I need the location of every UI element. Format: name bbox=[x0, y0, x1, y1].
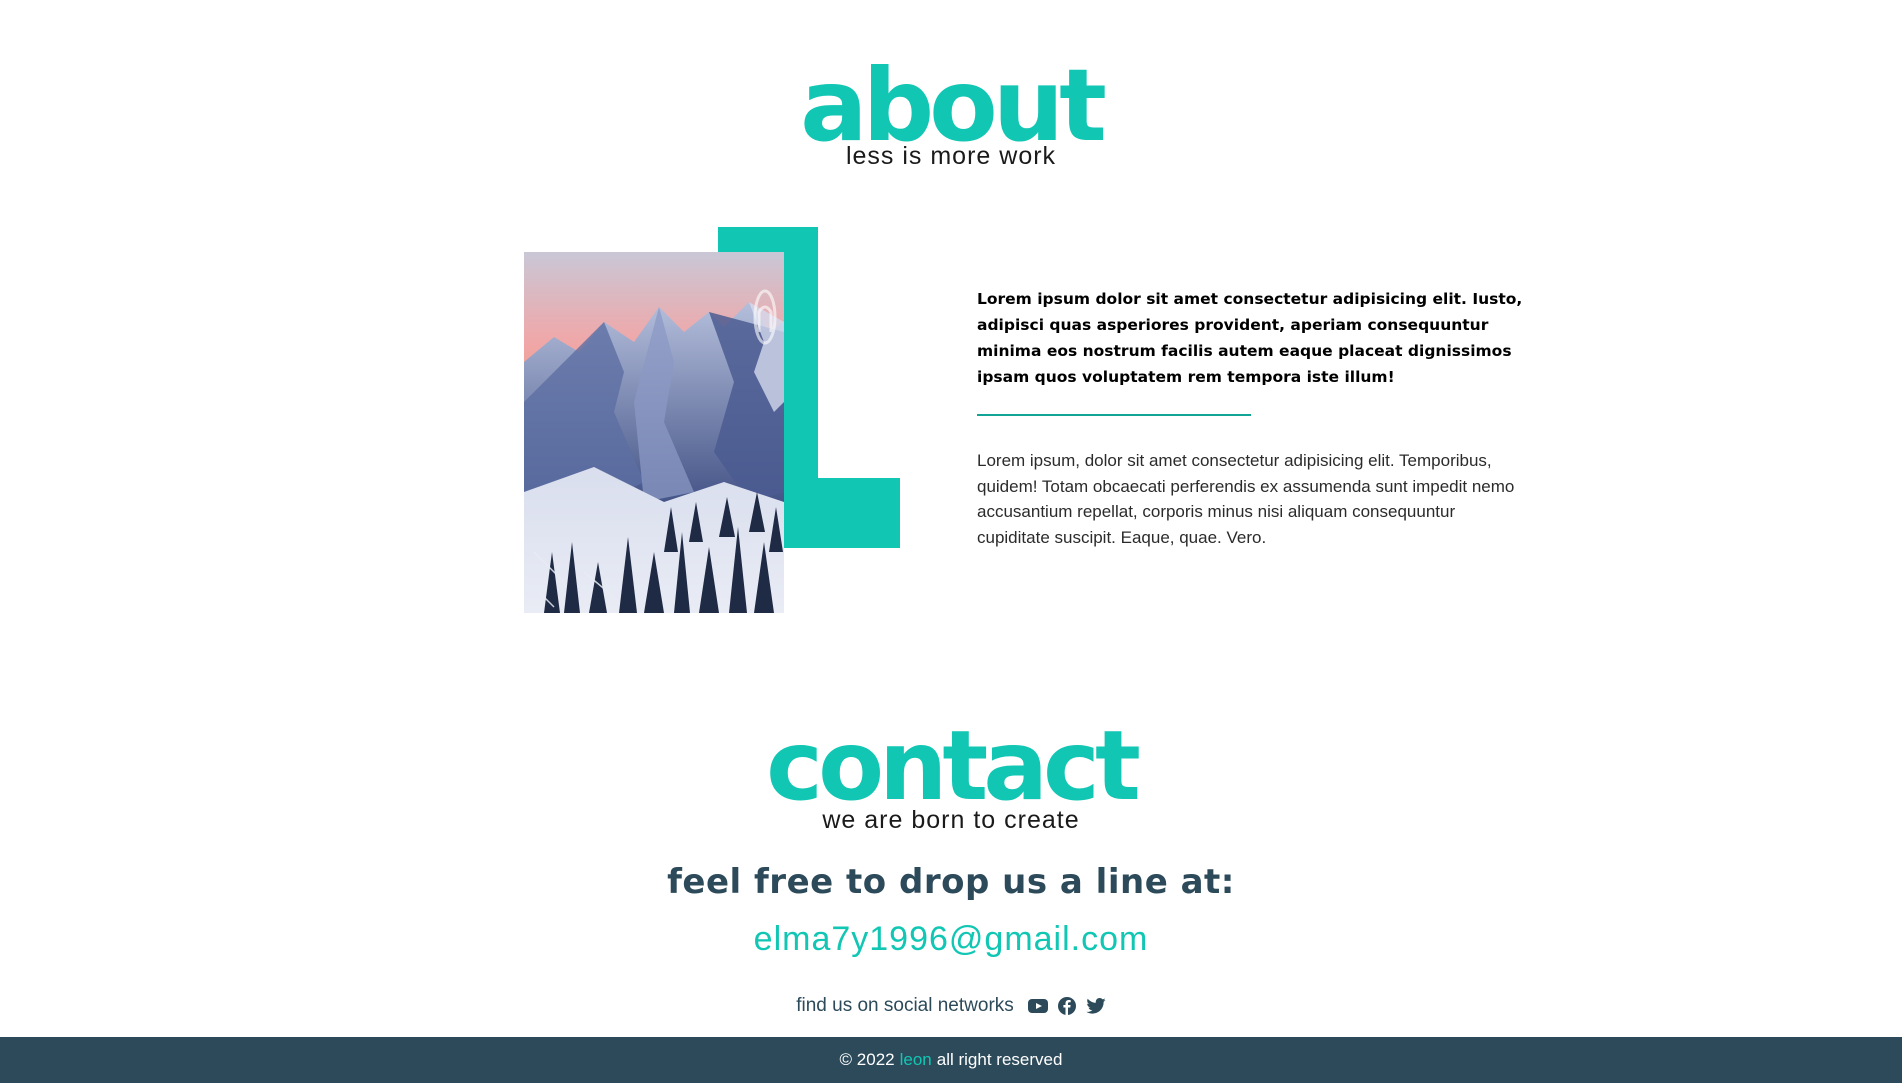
facebook-icon[interactable] bbox=[1057, 997, 1076, 1015]
about-subtitle: less is more work bbox=[845, 142, 1057, 170]
about-body-paragraph: Lorem ipsum, dolor sit amet consectetur … bbox=[977, 451, 1515, 547]
mountain-photo bbox=[524, 252, 784, 613]
about-lead-paragraph: Lorem ipsum dolor sit amet consectetur a… bbox=[977, 290, 1523, 386]
social-label: find us on social networks bbox=[796, 995, 1014, 1016]
contact-subtitle: we are born to create bbox=[822, 806, 1080, 834]
youtube-icon[interactable] bbox=[1027, 998, 1048, 1014]
footer: © 2022 leon all right reserved bbox=[0, 1037, 1902, 1083]
email-link[interactable]: elma7y1996@gmail.com bbox=[0, 920, 1902, 959]
about-illustration bbox=[524, 227, 900, 613]
about-title: about bbox=[800, 47, 1107, 164]
twitter-icon[interactable] bbox=[1086, 998, 1106, 1014]
footer-copyright: © 2022 bbox=[839, 1050, 895, 1069]
drop-line-heading: feel free to drop us a line at: bbox=[667, 862, 1235, 902]
footer-brand-link[interactable]: leon bbox=[900, 1050, 932, 1070]
about-text-block: Lorem ipsum dolor sit amet consectetur a… bbox=[977, 286, 1529, 550]
contact-title: contact bbox=[766, 710, 1141, 822]
divider bbox=[977, 414, 1251, 416]
social-networks: find us on social networks bbox=[0, 995, 1902, 1017]
footer-rights: all right reserved bbox=[936, 1050, 1063, 1069]
